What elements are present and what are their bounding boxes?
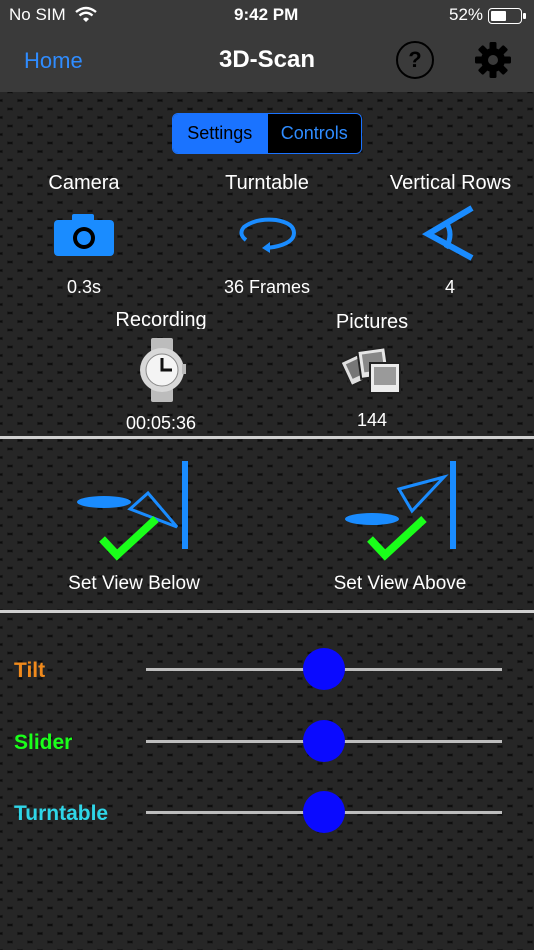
battery-percent: 52% <box>449 5 484 24</box>
vertical-rows-value: 4 <box>444 277 455 297</box>
battery-icon <box>488 8 526 24</box>
rotate-icon[interactable] <box>236 216 298 253</box>
view-below-icon <box>77 461 188 561</box>
mode-segmented-control: Settings Controls <box>172 113 362 154</box>
status-bar: No SIM 9:42 PM 52% <box>0 0 534 32</box>
recording-value: 00:05:36 <box>125 413 197 433</box>
turntable-slider-knob[interactable] <box>303 791 345 833</box>
camera-icon[interactable] <box>54 212 114 256</box>
divider-bottom <box>0 610 534 613</box>
pictures-label: Pictures <box>335 311 409 333</box>
tilt-label: Tilt <box>14 659 46 682</box>
set-view-above-button[interactable]: Set View Above <box>306 455 496 595</box>
help-icon[interactable]: ? <box>396 41 434 79</box>
set-view-below-button[interactable]: Set View Below <box>40 455 230 595</box>
camera-value: 0.3s <box>66 277 102 297</box>
slider-slider-knob[interactable] <box>303 720 345 762</box>
divider-top <box>0 436 534 439</box>
carrier-text: No SIM <box>9 5 66 24</box>
wifi-icon <box>75 6 97 22</box>
camera-label: Camera <box>48 172 120 194</box>
recording-label: Recording <box>115 309 207 329</box>
navigation-bar: Home 3D-Scan ? <box>0 32 534 92</box>
vertical-rows-label: Vertical Rows <box>389 172 512 194</box>
photos-icon <box>339 346 401 394</box>
gear-icon[interactable] <box>474 41 512 79</box>
turntable-label: Turntable <box>225 172 309 194</box>
tab-settings[interactable]: Settings <box>173 114 267 153</box>
tilt-slider-knob[interactable] <box>303 648 345 690</box>
turntable-slider-label: Turntable <box>14 802 109 825</box>
clock-time: 9:42 PM <box>234 5 299 24</box>
set-view-below-label: Set View Below <box>68 573 200 594</box>
view-above-icon <box>345 461 456 561</box>
tab-controls[interactable]: Controls <box>266 114 361 153</box>
stopwatch-icon <box>140 338 186 402</box>
set-view-above-label: Set View Above <box>333 573 467 594</box>
pictures-value: 144 <box>356 410 388 430</box>
angle-icon[interactable] <box>421 204 476 262</box>
page-title: 3D-Scan <box>218 46 316 73</box>
turntable-value: 36 Frames <box>223 277 311 297</box>
slider-label: Slider <box>14 731 73 754</box>
